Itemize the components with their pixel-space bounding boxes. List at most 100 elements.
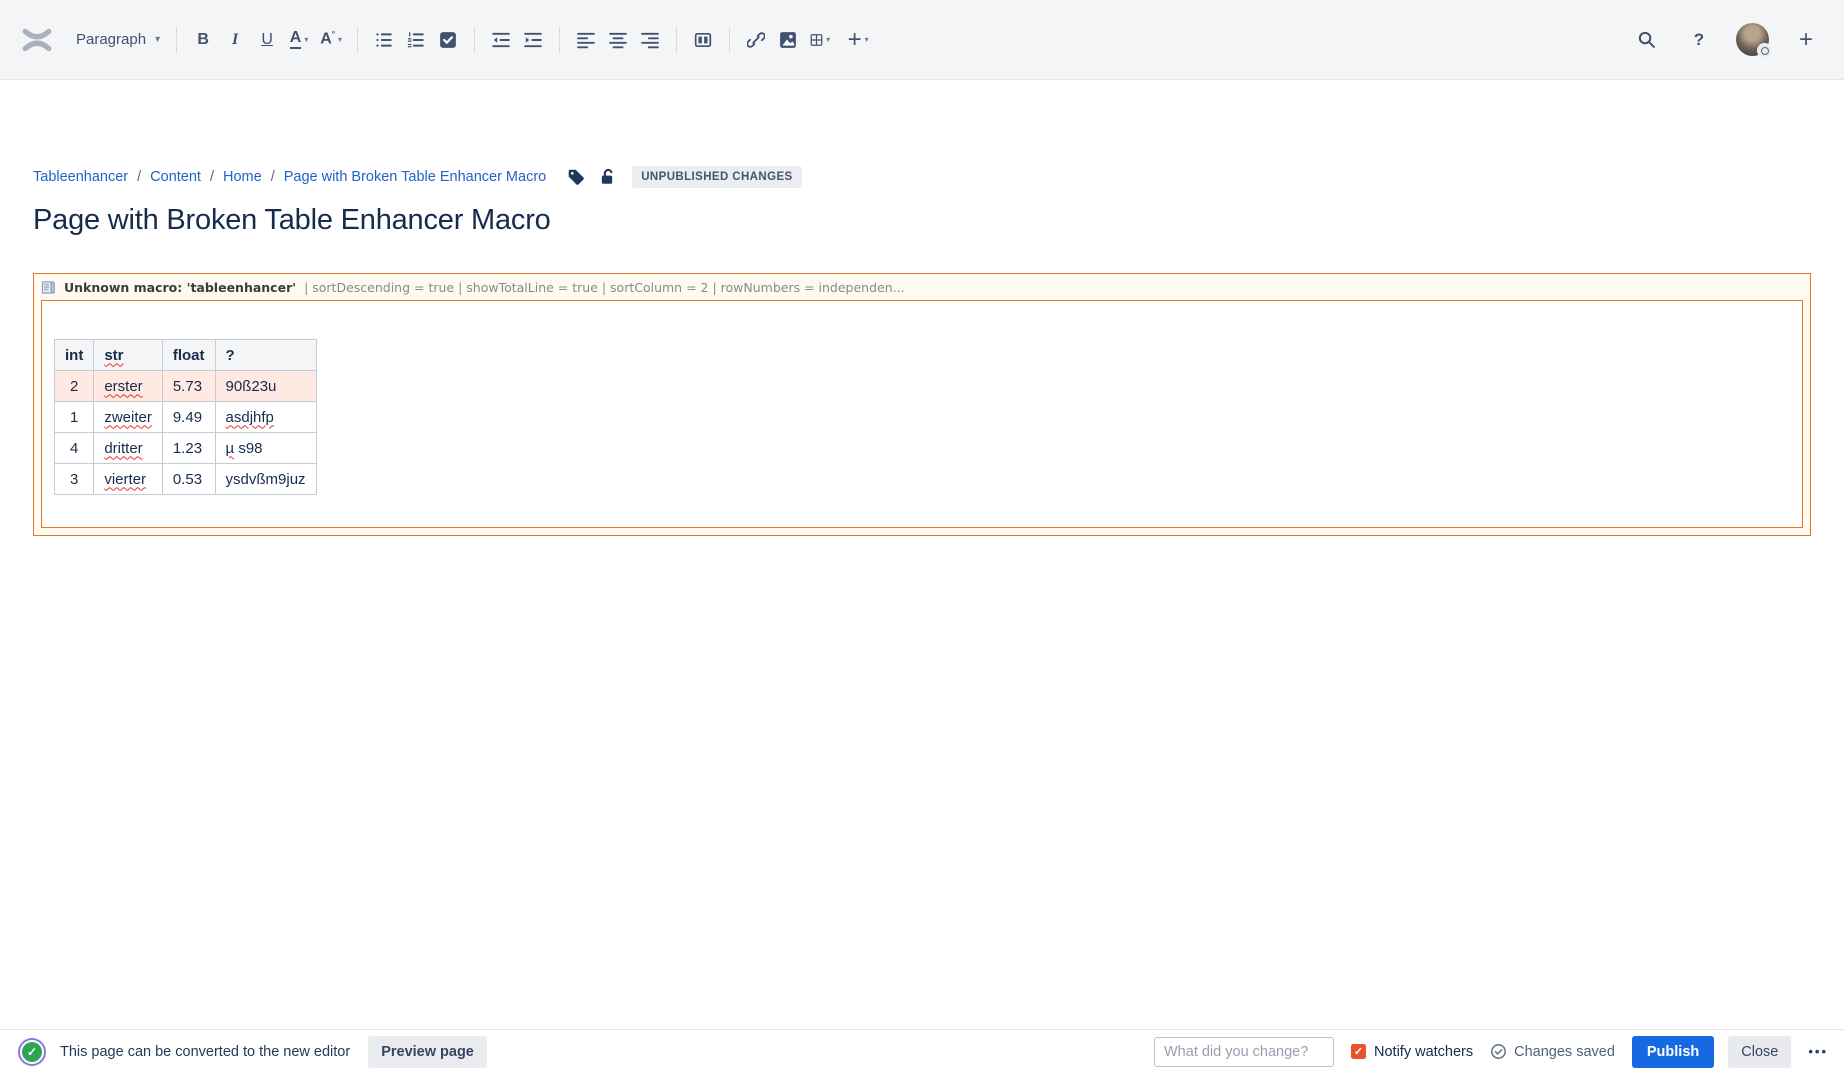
table-header-row: int str float ? <box>55 340 317 371</box>
paragraph-style-dropdown[interactable]: Paragraph ▾ <box>70 27 166 52</box>
breadcrumb-page-link[interactable]: Page with Broken Table Enhancer Macro <box>284 169 547 185</box>
numbered-list-icon <box>407 31 425 49</box>
indent-icon <box>524 31 542 49</box>
paragraph-style-label: Paragraph <box>76 31 146 48</box>
cell-int[interactable]: 1 <box>55 402 94 433</box>
column-header-str[interactable]: str <box>94 340 163 371</box>
align-left-icon <box>577 31 595 49</box>
bullet-list-icon <box>375 31 393 49</box>
cell-float[interactable]: 0.53 <box>162 464 215 495</box>
task-list-button[interactable] <box>432 24 464 56</box>
image-icon <box>779 31 797 49</box>
table-icon <box>810 31 823 49</box>
breadcrumb-separator: / <box>210 169 214 185</box>
cell-int[interactable]: 4 <box>55 433 94 464</box>
plus-icon: + <box>848 28 862 52</box>
labels-tag-icon[interactable] <box>567 168 585 186</box>
insert-more-button[interactable]: + ▾ <box>836 24 880 56</box>
help-icon: ? <box>1694 30 1704 50</box>
align-right-icon <box>641 31 659 49</box>
column-header-int[interactable]: int <box>55 340 94 371</box>
cell-float[interactable]: 9.49 <box>162 402 215 433</box>
page-title[interactable]: Page with Broken Table Enhancer Macro <box>33 204 1811 237</box>
toolbar-divider <box>729 27 730 53</box>
preview-page-button[interactable]: Preview page <box>368 1036 487 1068</box>
bold-icon: B <box>197 31 209 49</box>
cell-q[interactable]: µ s98 <box>215 433 316 464</box>
cell-str[interactable]: vierter <box>94 464 163 495</box>
cell-float[interactable]: 5.73 <box>162 371 215 402</box>
align-center-icon <box>609 31 627 49</box>
unknown-macro-container[interactable]: Unknown macro: 'tableenhancer' | sortDes… <box>33 273 1811 536</box>
help-button[interactable]: ? <box>1683 24 1715 56</box>
notify-watchers-checkbox[interactable] <box>1351 1044 1366 1059</box>
macro-title: Unknown macro: 'tableenhancer' <box>64 280 296 295</box>
insert-image-button[interactable] <box>772 24 804 56</box>
underline-icon: U <box>261 31 273 49</box>
indent-button[interactable] <box>517 24 549 56</box>
table-row: 2 erster 5.73 90ß23u <box>55 371 317 402</box>
more-options-icon[interactable]: ••• <box>1808 1044 1828 1059</box>
changes-saved-status: Changes saved <box>1490 1043 1615 1060</box>
toolbar-divider <box>676 27 677 53</box>
search-button[interactable] <box>1630 24 1662 56</box>
page-layout-button[interactable] <box>687 24 719 56</box>
macro-body: int str float ? 2 erster 5.73 90ß23u 1 z… <box>41 300 1803 528</box>
toolbar-divider <box>357 27 358 53</box>
text-color-button[interactable]: A ▾ <box>283 24 315 56</box>
create-button[interactable]: + <box>1790 24 1822 56</box>
cell-int[interactable]: 3 <box>55 464 94 495</box>
cell-str[interactable]: zweiter <box>94 402 163 433</box>
table-row: 1 zweiter 9.49 asdjhfp <box>55 402 317 433</box>
changes-saved-label: Changes saved <box>1514 1044 1615 1060</box>
close-button[interactable]: Close <box>1728 1036 1791 1068</box>
insert-table-button[interactable]: ▾ <box>804 24 836 56</box>
convert-note: This page can be converted to the new ed… <box>60 1044 350 1060</box>
notify-watchers-label[interactable]: Notify watchers <box>1374 1044 1473 1060</box>
align-left-button[interactable] <box>570 24 602 56</box>
cell-q[interactable]: 90ß23u <box>215 371 316 402</box>
cell-str[interactable]: erster <box>94 371 163 402</box>
macro-header: Unknown macro: 'tableenhancer' | sortDes… <box>41 274 1803 300</box>
italic-icon: I <box>232 31 238 49</box>
bullet-list-button[interactable] <box>368 24 400 56</box>
cell-int[interactable]: 2 <box>55 371 94 402</box>
bold-button[interactable]: B <box>187 24 219 56</box>
column-header-q[interactable]: ? <box>215 340 316 371</box>
italic-button[interactable]: I <box>219 24 251 56</box>
toolbar-divider <box>176 27 177 53</box>
task-list-icon <box>439 31 457 49</box>
user-avatar[interactable] <box>1736 23 1769 56</box>
align-center-button[interactable] <box>602 24 634 56</box>
unrestricted-lock-open-icon[interactable] <box>599 168 617 186</box>
convert-check-icon <box>22 1042 42 1062</box>
numbered-list-button[interactable] <box>400 24 432 56</box>
breadcrumb-home-link[interactable]: Home <box>223 169 262 185</box>
cell-str[interactable]: dritter <box>94 433 163 464</box>
avatar-status-badge-icon <box>1757 43 1772 58</box>
cell-q[interactable]: ysdvßm9juz <box>215 464 316 495</box>
notify-watchers-toggle[interactable]: Notify watchers <box>1351 1044 1473 1060</box>
more-formatting-icon: A° <box>320 30 335 48</box>
outdent-button[interactable] <box>485 24 517 56</box>
publish-button[interactable]: Publish <box>1632 1036 1714 1068</box>
breadcrumb-space-link[interactable]: Tableenhancer <box>33 169 128 185</box>
breadcrumb-content-link[interactable]: Content <box>150 169 201 185</box>
underline-button[interactable]: U <box>251 24 283 56</box>
confluence-logo-icon <box>22 27 52 53</box>
chevron-down-icon: ▾ <box>304 35 308 44</box>
saved-check-circle-icon <box>1490 1043 1507 1060</box>
cell-q[interactable]: asdjhfp <box>215 402 316 433</box>
column-header-float[interactable]: float <box>162 340 215 371</box>
table-row: 3 vierter 0.53 ysdvßm9juz <box>55 464 317 495</box>
table-row: 4 dritter 1.23 µ s98 <box>55 433 317 464</box>
align-right-button[interactable] <box>634 24 666 56</box>
version-comment-input[interactable] <box>1154 1037 1334 1067</box>
macro-icon <box>41 280 56 295</box>
insert-link-button[interactable] <box>740 24 772 56</box>
breadcrumb-separator: / <box>271 169 275 185</box>
cell-float[interactable]: 1.23 <box>162 433 215 464</box>
breadcrumb: Tableenhancer / Content / Home / Page wi… <box>33 166 1811 188</box>
more-formatting-button[interactable]: A° ▾ <box>315 24 347 56</box>
chevron-down-icon: ▾ <box>155 34 160 45</box>
